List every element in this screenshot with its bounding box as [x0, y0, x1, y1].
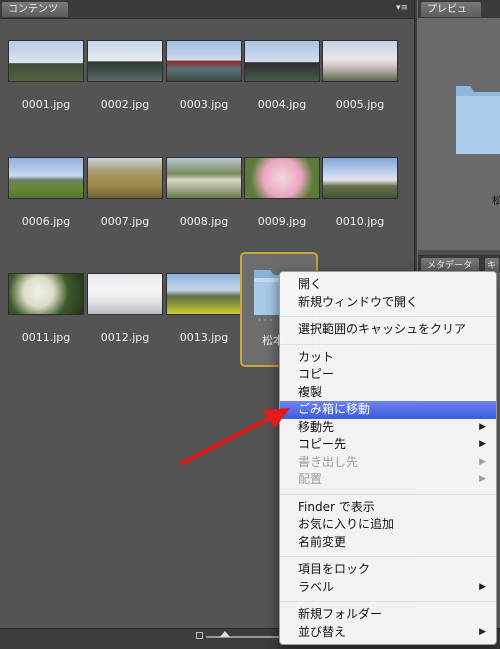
submenu-arrow-icon: ▶ [479, 456, 486, 467]
thumbnail-label: 0010.jpg [335, 215, 385, 228]
thumbnail-image [244, 40, 320, 82]
context-menu: 開く新規ウィンドウで開く選択範囲のキャッシュをクリア カットコピー複製ごみ箱に移動… [279, 271, 497, 645]
menu-item[interactable]: ごみ箱に移動 [280, 401, 496, 419]
thumbnail-label: 0008.jpg [179, 215, 229, 228]
menu-item: 配置 ▶ [280, 471, 496, 489]
thumbnail-image [8, 157, 84, 199]
menu-item-label: ごみ箱に移動 [298, 402, 371, 416]
menu-item-label: 並び替え [298, 624, 347, 639]
submenu-arrow-icon: ▶ [479, 439, 486, 449]
submenu-arrow-icon: ▶ [479, 581, 486, 592]
thumbnail-image [8, 273, 84, 315]
menu-item-label: Finder で表示 [298, 499, 375, 514]
menu-separator [280, 601, 496, 602]
thumbnail-label: 0011.jpg [21, 331, 71, 344]
menu-item-label: カット [298, 349, 335, 364]
menu-separator [280, 493, 496, 495]
tab-keywords-label: キ [487, 261, 497, 271]
thumbnail-label: 0005.jpg [335, 98, 385, 111]
menu-item[interactable]: 項目をロック [280, 561, 496, 579]
menu-item-label: 複製 [298, 384, 323, 399]
thumbnail-image [87, 273, 163, 315]
menu-separator [280, 556, 496, 557]
menu-item[interactable]: カット [280, 349, 496, 367]
menu-item[interactable]: 名前変更 [280, 534, 496, 552]
thumbnail-image [166, 40, 242, 82]
thumbnail-label: 0009.jpg [257, 215, 307, 228]
tab-content[interactable]: コンテンツ [1, 1, 69, 17]
thumbnail-label: 0004.jpg [257, 98, 307, 111]
tab-content-label: コンテンツ [8, 4, 58, 15]
preview-caption: 松 [492, 196, 500, 207]
thumbnail-image [322, 40, 398, 82]
menu-item-label: ラベル [298, 579, 335, 594]
thumbnail-image [87, 157, 163, 199]
menu-item-label: お気に入りに追加 [298, 517, 395, 531]
menu-item-label: 名前変更 [298, 534, 347, 549]
thumbnail-small-icon[interactable] [196, 632, 203, 639]
menu-item[interactable]: 選択範囲のキャッシュをクリア [280, 321, 496, 339]
menu-item-label: 移動先 [298, 419, 335, 434]
slider-thumb[interactable] [220, 631, 230, 637]
menu-item[interactable]: ラベル ▶ [280, 579, 496, 597]
menu-item[interactable]: コピー [280, 366, 496, 384]
menu-item[interactable]: Finder で表示 [280, 499, 496, 517]
thumbnail-size-slider[interactable] [206, 636, 286, 638]
tab-preview[interactable]: プレビュー [420, 1, 482, 31]
folder-icon [456, 86, 500, 154]
menu-item[interactable]: 並び替え ▶ [280, 624, 496, 642]
menu-item-label: 新規ウィンドウで開く [298, 294, 419, 309]
folder-dots: · · · [258, 316, 273, 326]
thumbnail-label: 0007.jpg [100, 215, 150, 228]
thumbnail-label: 0006.jpg [21, 215, 71, 228]
menu-item-label: 書き出し先 [298, 454, 359, 469]
menu-item[interactable]: 複製 [280, 384, 496, 402]
menu-item-label: コピー [298, 367, 335, 381]
menu-item-label: 配置 [298, 472, 323, 486]
menu-item-label: 項目をロック [298, 562, 371, 576]
menu-item-label: コピー先 [298, 437, 347, 451]
thumbnail-label: 0012.jpg [100, 331, 150, 344]
menu-separator [280, 316, 496, 317]
thumbnail-label: 0003.jpg [179, 98, 229, 111]
panel-menu-icon[interactable]: ▾≡ [396, 3, 408, 13]
thumbnail-image [322, 157, 398, 199]
preview-area: 松 [418, 18, 500, 250]
submenu-arrow-icon: ▶ [479, 474, 486, 484]
thumbnail-image [87, 40, 163, 82]
submenu-arrow-icon: ▶ [479, 421, 486, 432]
thumbnail-image [166, 157, 242, 199]
menu-item-label: 選択範囲のキャッシュをクリア [298, 322, 467, 336]
menu-item-label: 新規フォルダー [298, 607, 383, 621]
submenu-arrow-icon: ▶ [479, 626, 486, 637]
thumbnail-image [244, 157, 320, 199]
menu-item[interactable]: 開く [280, 276, 496, 294]
thumbnail-image [8, 40, 84, 82]
menu-item[interactable]: コピー先 ▶ [280, 436, 496, 454]
thumbnail-image [166, 273, 242, 315]
menu-item[interactable]: 移動先 ▶ [280, 419, 496, 437]
menu-item[interactable]: お気に入りに追加 [280, 516, 496, 534]
thumbnail-label: 0013.jpg [179, 331, 229, 344]
thumbnail-label: 0001.jpg [21, 98, 71, 111]
menu-item: 書き出し先 ▶ [280, 454, 496, 472]
menu-item[interactable]: 新規フォルダー [280, 606, 496, 624]
menu-item[interactable]: 新規ウィンドウで開く [280, 294, 496, 312]
menu-item-label: 開く [298, 277, 323, 291]
thumbnail-label: 0002.jpg [100, 98, 150, 111]
tab-metadata-label: メタデータ [427, 261, 473, 271]
menu-separator [280, 343, 496, 345]
